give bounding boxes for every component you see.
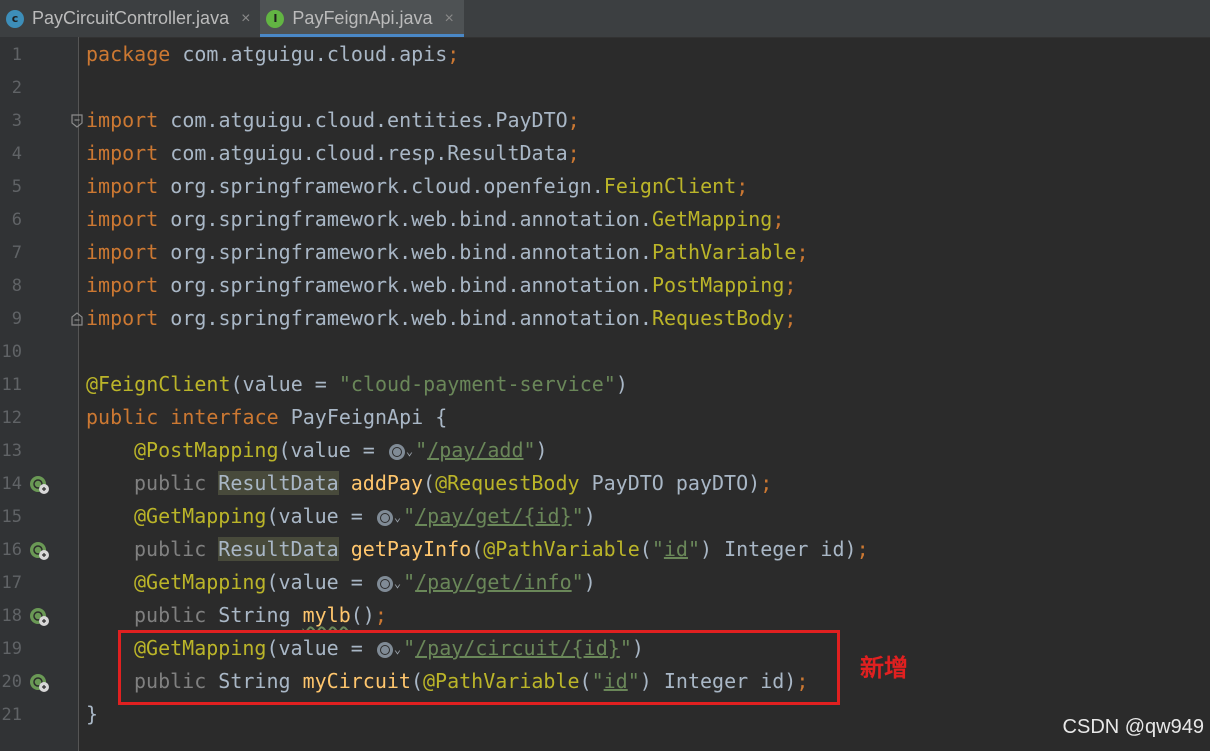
line-number: 1 [11, 45, 22, 65]
code-line: import org.springframework.cloud.openfei… [86, 174, 749, 198]
chevron-down-icon[interactable]: ⌄ [394, 576, 401, 590]
globe-icon[interactable] [376, 509, 393, 526]
editor-tab-bar: c PayCircuitController.java × I PayFeign… [0, 0, 1210, 38]
line-number: 20 [1, 672, 22, 692]
chevron-down-icon[interactable]: ⌄ [394, 510, 401, 524]
annotation-note: 新增 [860, 654, 908, 682]
line-number: 2 [11, 78, 22, 98]
code-line: import com.atguigu.cloud.entities.PayDTO… [86, 108, 580, 132]
globe-icon[interactable] [376, 575, 393, 592]
close-icon[interactable]: × [445, 10, 454, 28]
code-line: } [86, 702, 99, 726]
fold-marker-icon[interactable] [71, 312, 83, 326]
web-endpoint-icon[interactable] [29, 540, 51, 562]
line-number: 7 [11, 243, 22, 263]
code-line: public String mylb(); [134, 603, 387, 627]
line-number: 10 [1, 342, 22, 362]
line-number: 19 [1, 639, 22, 659]
line-number: 13 [1, 441, 22, 461]
code-line: import com.atguigu.cloud.resp.ResultData… [86, 141, 580, 165]
line-number: 21 [1, 705, 22, 725]
code-line: import org.springframework.web.bind.anno… [86, 273, 797, 297]
code-line: public ResultData addPay(@RequestBody Pa… [134, 471, 773, 495]
web-endpoint-icon[interactable] [29, 474, 51, 496]
line-number: 9 [11, 309, 22, 329]
code-line: @GetMapping(value = ⌄ "/pay/get/{id}") [134, 504, 596, 528]
class-file-icon: c [6, 9, 24, 28]
line-number: 6 [11, 210, 22, 230]
tab-label: PayCircuitController.java [32, 8, 230, 28]
line-number: 17 [1, 573, 22, 593]
line-number: 15 [1, 507, 22, 527]
code-line: import org.springframework.web.bind.anno… [86, 240, 809, 264]
watermark: CSDN @qw949 [1062, 716, 1204, 738]
chevron-down-icon[interactable]: ⌄ [406, 444, 413, 458]
code-line: public ResultData getPayInfo(@PathVariab… [134, 537, 869, 561]
highlight-box [118, 630, 840, 705]
tab-label: PayFeignApi.java [292, 8, 433, 28]
tab-pay-feign-api[interactable]: I PayFeignApi.java × [260, 0, 465, 37]
line-number: 5 [11, 177, 22, 197]
line-number: 8 [11, 276, 22, 296]
code-line: public interface PayFeignApi { [86, 405, 448, 429]
interface-file-icon: I [266, 9, 285, 28]
line-number: 3 [11, 111, 22, 131]
fold-marker-icon[interactable] [71, 114, 83, 128]
close-icon[interactable]: × [241, 10, 250, 28]
code-line: @GetMapping(value = ⌄ "/pay/get/info") [134, 570, 596, 594]
tab-pay-circuit-controller[interactable]: c PayCircuitController.java × [0, 0, 260, 37]
code-line: @FeignClient(value = "cloud-payment-serv… [86, 372, 628, 396]
code-line: @PostMapping(value = ⌄ "/pay/add") [134, 438, 548, 462]
line-number: 4 [11, 144, 22, 164]
line-number: 14 [1, 474, 22, 494]
line-number: 11 [1, 375, 22, 395]
web-endpoint-icon[interactable] [29, 672, 51, 694]
code-line: import org.springframework.web.bind.anno… [86, 207, 785, 231]
globe-icon[interactable] [388, 443, 405, 460]
line-number: 12 [1, 408, 22, 428]
web-endpoint-icon[interactable] [29, 606, 51, 628]
line-number-gutter[interactable]: 1 2 3 4 5 6 7 8 9 10 11 12 13 14 15 16 1… [0, 37, 83, 751]
code-line: package com.atguigu.cloud.apis; [86, 42, 460, 66]
line-number: 18 [1, 606, 22, 626]
code-line: import org.springframework.web.bind.anno… [86, 306, 797, 330]
line-number: 16 [1, 540, 22, 560]
